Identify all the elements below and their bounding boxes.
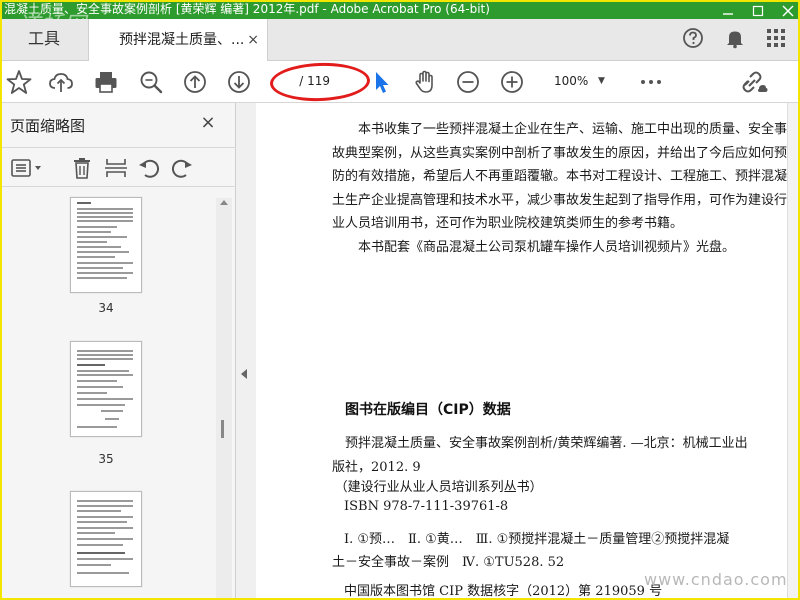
scrollbar-thumb[interactable]	[221, 420, 224, 438]
maximize-icon[interactable]	[752, 4, 764, 16]
select-cursor-icon[interactable]	[368, 69, 394, 95]
scroll-up-arrow-icon[interactable]	[220, 200, 228, 205]
page-thumbnail[interactable]	[70, 491, 142, 587]
window-titlebar: 混凝土质量、安全事故案例剖析 [黄荣辉 编著] 2012年.pdf - Adob…	[0, 0, 800, 19]
share-link-icon[interactable]	[738, 69, 768, 95]
rotate-clockwise-icon[interactable]	[170, 156, 194, 180]
delete-page-icon[interactable]	[70, 156, 94, 180]
cip-line: ISBN 978-7-111-39761-8	[344, 499, 509, 514]
thumbnail-options-icon[interactable]	[10, 156, 44, 180]
tab-document[interactable]: 预拌混凝土质量、... ×	[88, 19, 268, 62]
thumbnail-page-label: 35	[98, 452, 114, 466]
bell-icon[interactable]	[724, 27, 746, 53]
page-thumbnail[interactable]	[70, 197, 142, 293]
thumbnails-toolbar	[0, 147, 236, 187]
zoom-search-icon[interactable]	[138, 69, 164, 95]
tab-document-label: 预拌混凝土质量、...	[119, 32, 245, 48]
close-window-icon[interactable]	[782, 4, 794, 16]
paragraph: 本书收集了一些预拌混凝土企业在生产、运输、施工中出现的质量、安全事故典型案例，从…	[332, 122, 788, 231]
tab-bar: 工具 预拌混凝土质量、... ×	[0, 19, 800, 62]
rotate-counterclockwise-icon[interactable]	[137, 156, 161, 180]
tab-tools[interactable]: 工具	[0, 19, 88, 61]
pane-splitter[interactable]	[236, 103, 256, 600]
page-thumbnails-pane: 页面缩略图 × 34 35	[0, 103, 236, 600]
close-thumbnails-button[interactable]: ×	[198, 113, 218, 133]
window-title: 混凝土质量、安全事故案例剖析 [黄荣辉 编著] 2012年.pdf - Adob…	[4, 2, 490, 16]
cloud-upload-icon[interactable]	[48, 69, 74, 95]
zoom-in-icon[interactable]	[499, 69, 525, 95]
zoom-out-icon[interactable]	[455, 69, 481, 95]
cip-heading: 图书在版编目（CIP）数据	[345, 402, 511, 418]
thumbnail-page-label: 34	[98, 301, 114, 315]
apps-grid-icon[interactable]	[766, 28, 786, 52]
cip-line: Ⅰ. ①预… Ⅱ. ①黄… Ⅲ. ①预搅拌混凝土－质量管理②预搅拌混凝	[344, 532, 730, 547]
zoom-dropdown-caret-icon[interactable]: ▼	[598, 70, 612, 92]
printer-icon[interactable]	[93, 69, 119, 95]
main-toolbar	[0, 61, 800, 103]
document-scrollbar[interactable]	[787, 103, 798, 598]
document-body: 本书收集了一些预拌混凝土企业在生产、运输、施工中出现的质量、安全事故典型案例，从…	[332, 118, 787, 259]
page-count: / 119	[299, 74, 330, 88]
thumbnails-pane-title: 页面缩略图	[10, 117, 86, 135]
thumbnails-scrollbar[interactable]	[216, 198, 232, 598]
next-page-icon[interactable]	[226, 69, 252, 95]
window-controls	[722, 0, 794, 19]
site-watermark: www.cndao.com	[644, 570, 788, 589]
more-tools-icon[interactable]	[638, 69, 664, 95]
paragraph: 本书配套《商品混凝土公司泵机罐车操作人员培训视频片》光盘。	[358, 239, 736, 255]
help-icon[interactable]	[682, 27, 704, 53]
previous-page-icon[interactable]	[182, 69, 208, 95]
star-bookmark-icon[interactable]	[6, 69, 32, 95]
cip-line: 土－安全事故－案例 Ⅳ. ①TU528. 52	[332, 555, 565, 570]
cip-line: （建设行业从业人员培训系列丛书）	[334, 480, 543, 495]
tab-close-button[interactable]: ×	[247, 19, 259, 61]
hand-tool-icon[interactable]	[412, 69, 438, 95]
cip-line: 版社，2012. 9	[332, 460, 421, 475]
minimize-icon[interactable]	[722, 4, 734, 16]
page-thumbnail[interactable]	[70, 341, 142, 437]
cip-line: 预拌混凝土质量、安全事故案例剖析/黄荣辉编著. —北京：机械工业出	[345, 436, 748, 451]
tab-bar-right-tools	[682, 19, 786, 61]
extract-page-icon[interactable]	[104, 156, 128, 180]
collapse-pane-arrow-icon[interactable]	[241, 369, 247, 379]
